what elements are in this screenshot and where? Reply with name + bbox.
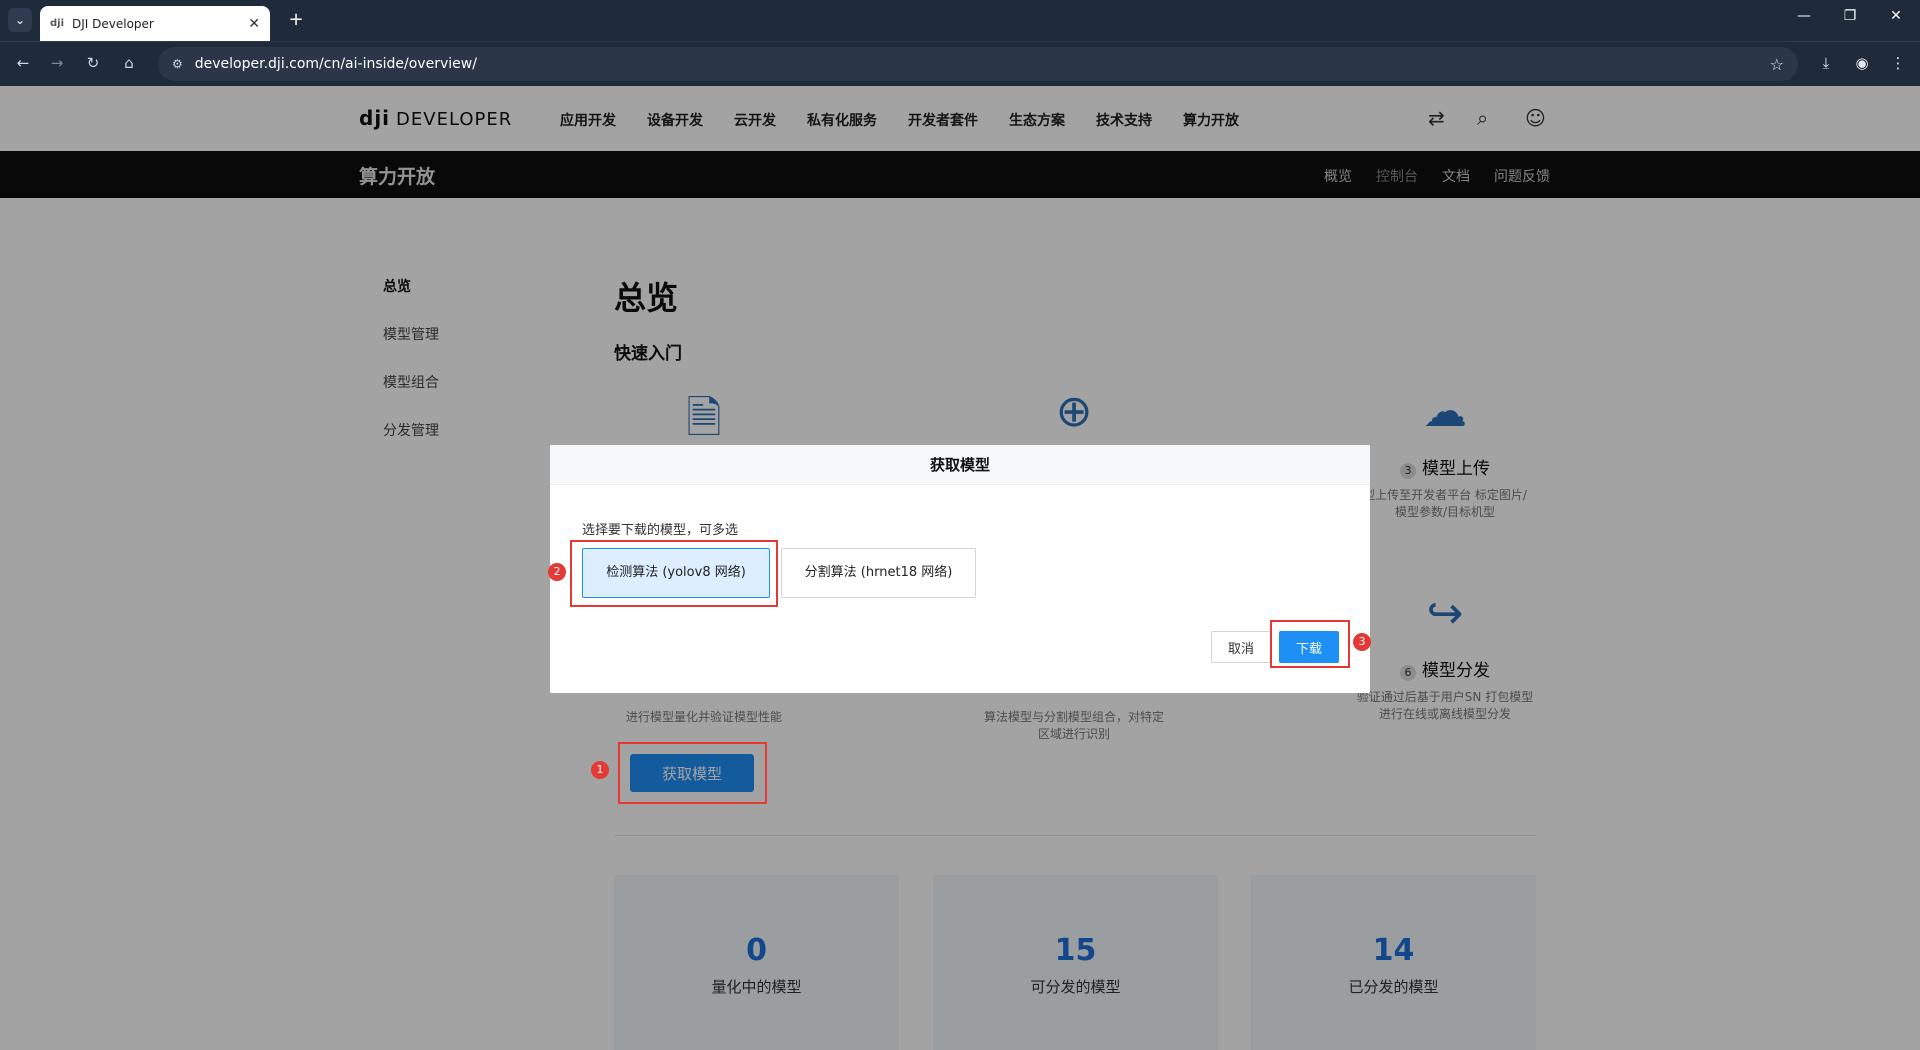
browser-menu-icon[interactable]: ⋮ [1887,54,1909,72]
home-icon[interactable]: ⌂ [118,54,140,72]
tab-search-button[interactable]: ⌄ [8,8,32,32]
dialog-hint: 选择要下载的模型，可多选 [582,523,739,538]
profile-icon[interactable]: ◉ [1851,54,1873,72]
close-window-button[interactable]: ✕ [1884,8,1908,24]
minimize-window-button[interactable]: — [1792,8,1816,24]
download-icon[interactable]: ⤓ [1815,54,1837,72]
url-text: developer.dji.com/cn/ai-inside/overview/ [194,56,477,72]
annotation-number-1: 1 [591,761,609,779]
reload-icon[interactable]: ↻ [82,54,104,72]
annotation-box-3 [1270,620,1350,668]
bookmark-star-icon[interactable]: ☆ [1770,55,1784,74]
browser-tab-bar: ⌄ dji DJI Developer ✕ + — ❐ ✕ [0,0,1920,41]
site-info-icon[interactable]: ⚙ [172,57,183,71]
cancel-button[interactable]: 取消 [1211,631,1271,663]
address-bar-row: ← → ↻ ⌂ ⚙ developer.dji.com/cn/ai-inside… [0,41,1920,86]
annotation-number-3: 3 [1353,633,1371,651]
annotation-box-2 [570,540,778,607]
restore-window-button[interactable]: ❐ [1838,8,1862,24]
model-option-segmentation[interactable]: 分割算法 (hrnet18 网络) [781,548,976,598]
dialog-title: 获取模型 [550,445,1370,485]
annotation-number-2: 2 [548,563,566,581]
forward-arrow-icon[interactable]: → [46,54,68,72]
annotation-box-1 [618,742,767,804]
back-arrow-icon[interactable]: ← [12,54,34,72]
new-tab-button[interactable]: + [284,8,308,32]
tab-title: DJI Developer [72,16,154,31]
dji-favicon-icon: dji [50,18,65,29]
browser-tab[interactable]: dji DJI Developer ✕ [40,6,270,41]
close-tab-icon[interactable]: ✕ [248,16,260,32]
url-field[interactable]: ⚙ developer.dji.com/cn/ai-inside/overvie… [158,47,1798,81]
